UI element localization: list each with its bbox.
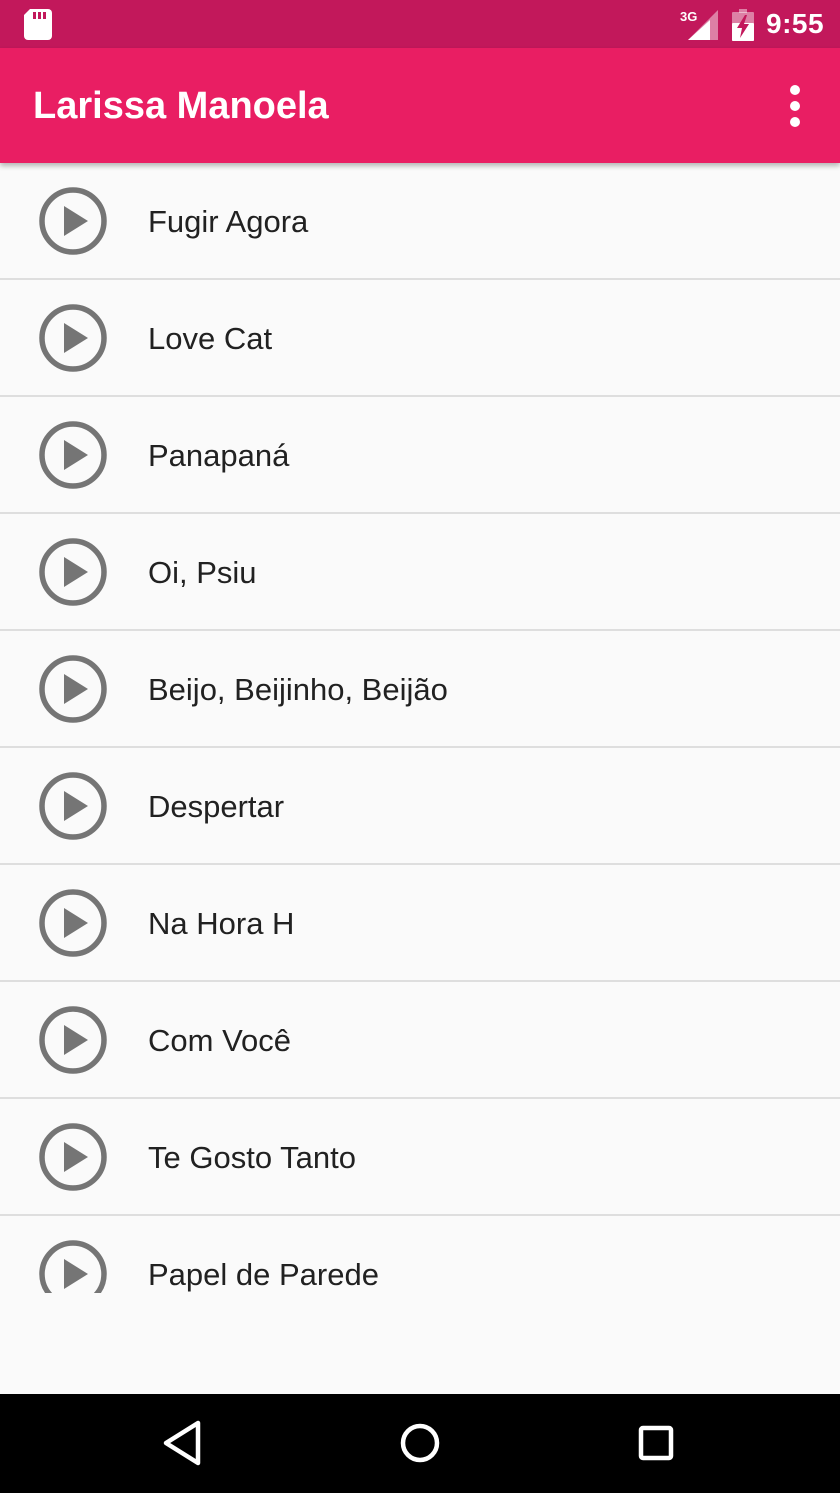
song-list-item[interactable]: Fugir Agora xyxy=(0,163,840,280)
song-title: Despertar xyxy=(148,789,285,824)
song-list-item[interactable]: Papel de Parede xyxy=(0,1216,840,1293)
battery-icon xyxy=(732,9,754,41)
status-bar: 3G 9:55 xyxy=(0,0,840,48)
song-list[interactable]: Fugir Agora Love Cat Panapaná Oi, Psiu Beijo… xyxy=(0,163,840,1293)
song-list-item[interactable]: Panapaná xyxy=(0,397,840,514)
song-list-item[interactable]: Beijo, Beijinho, Beijão xyxy=(0,631,840,748)
song-title: Papel de Parede xyxy=(148,1257,379,1292)
song-list-item[interactable]: Te Gosto Tanto xyxy=(0,1099,840,1216)
song-title: Na Hora H xyxy=(148,906,295,941)
back-icon[interactable] xyxy=(152,1411,216,1475)
song-list-item[interactable]: Despertar xyxy=(0,748,840,865)
play-circle-icon xyxy=(39,1240,107,1293)
home-icon[interactable] xyxy=(388,1411,452,1475)
song-title: Love Cat xyxy=(148,321,273,356)
status-clock: 9:55 xyxy=(766,8,825,39)
play-circle-icon xyxy=(39,772,107,840)
more-vert-icon[interactable] xyxy=(770,78,820,134)
network-type-label: 3G xyxy=(680,9,697,24)
play-circle-icon xyxy=(39,1123,107,1191)
play-circle-icon xyxy=(39,655,107,723)
song-title: Oi, Psiu xyxy=(148,555,257,590)
song-list-item[interactable]: Love Cat xyxy=(0,280,840,397)
song-title: Com Você xyxy=(148,1023,292,1058)
song-title: Te Gosto Tanto xyxy=(148,1140,356,1175)
navigation-bar xyxy=(0,1394,840,1493)
play-circle-icon xyxy=(39,304,107,372)
play-circle-icon xyxy=(39,187,107,255)
page-title: Larissa Manoela xyxy=(33,85,329,127)
song-list-item[interactable]: Oi, Psiu xyxy=(0,514,840,631)
app-toolbar: Larissa Manoela xyxy=(0,48,840,163)
play-circle-icon xyxy=(39,538,107,606)
sd-card-icon xyxy=(24,9,52,40)
play-circle-icon xyxy=(39,889,107,957)
play-circle-icon xyxy=(39,1006,107,1074)
recents-icon[interactable] xyxy=(624,1411,688,1475)
signal-3g-icon: 3G xyxy=(680,9,718,40)
song-title: Fugir Agora xyxy=(148,204,309,239)
song-list-item[interactable]: Na Hora H xyxy=(0,865,840,982)
song-title: Panapaná xyxy=(148,438,290,473)
play-circle-icon xyxy=(39,421,107,489)
song-list-item[interactable]: Com Você xyxy=(0,982,840,1099)
song-title: Beijo, Beijinho, Beijão xyxy=(148,672,448,707)
